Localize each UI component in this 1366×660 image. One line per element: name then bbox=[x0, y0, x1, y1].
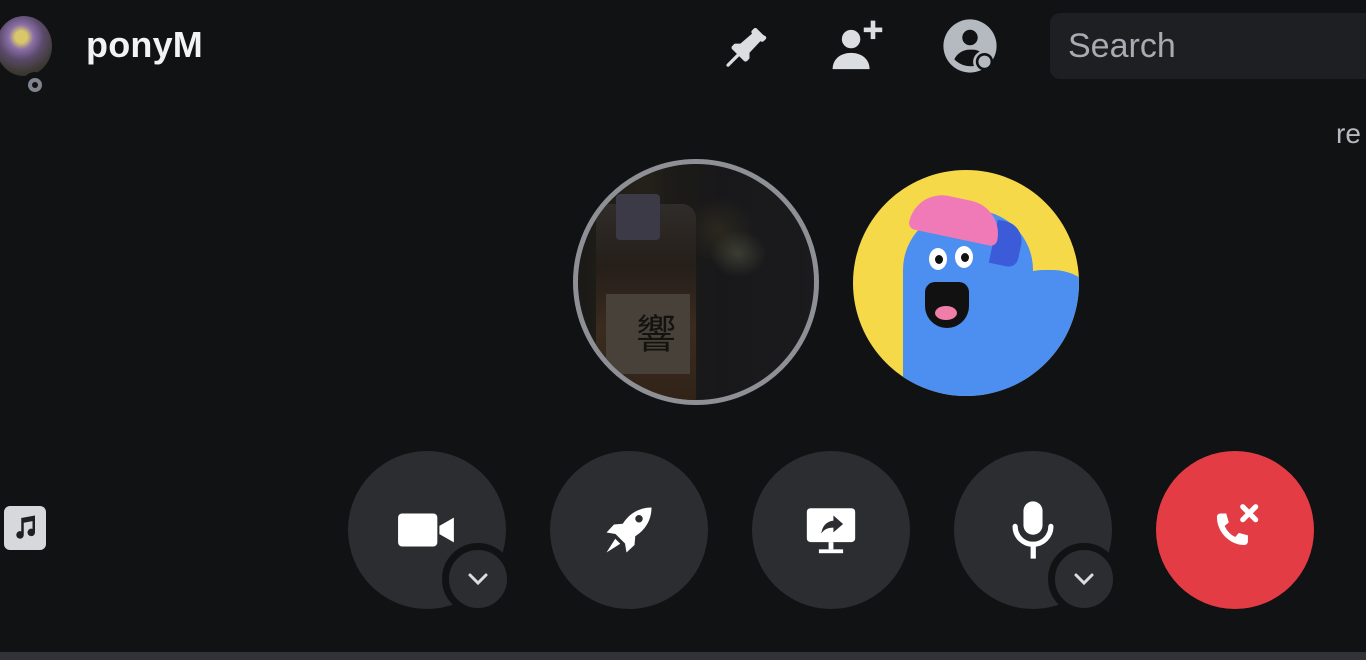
microphone-options-button[interactable] bbox=[1048, 543, 1120, 615]
chevron-down-icon bbox=[1074, 573, 1094, 586]
add-friend-icon bbox=[832, 20, 883, 70]
status-indicator bbox=[22, 72, 48, 98]
video-camera-icon bbox=[398, 513, 454, 547]
disconnect-button[interactable] bbox=[1156, 451, 1314, 609]
pin-icon bbox=[726, 28, 767, 67]
bottom-divider bbox=[0, 652, 1366, 660]
search-bar[interactable] bbox=[1050, 13, 1366, 79]
camera-options-button[interactable] bbox=[442, 543, 514, 615]
channel-name: ponyM bbox=[86, 24, 203, 65]
search-input[interactable] bbox=[1066, 25, 1366, 67]
phone-hangup-icon bbox=[1216, 504, 1259, 545]
add-friends-to-dm-button[interactable] bbox=[828, 16, 888, 76]
share-screen-button[interactable] bbox=[752, 451, 910, 609]
avatar-image-eye bbox=[929, 248, 947, 270]
rocket-icon bbox=[606, 507, 652, 553]
music-note-icon bbox=[16, 515, 36, 539]
channel-header: ponyM bbox=[0, 0, 1366, 98]
start-activity-button[interactable] bbox=[550, 451, 708, 609]
user-avatar[interactable] bbox=[0, 16, 52, 98]
avatar-image-eye bbox=[955, 246, 973, 268]
avatar-overlay bbox=[578, 164, 814, 400]
user-profile-icon bbox=[943, 19, 997, 73]
avatar-image-mouth bbox=[925, 282, 969, 328]
participant-tile-speaking[interactable] bbox=[573, 159, 819, 405]
microphone-icon bbox=[1012, 501, 1054, 559]
pinned-messages-button[interactable] bbox=[716, 16, 776, 76]
truncated-label: re bbox=[1336, 118, 1361, 149]
chevron-down-icon bbox=[468, 573, 488, 586]
music-activity-button[interactable] bbox=[4, 506, 46, 550]
offline-status-icon bbox=[28, 78, 42, 92]
user-profile-button[interactable] bbox=[940, 16, 1000, 76]
participant-tile[interactable] bbox=[853, 170, 1079, 396]
screen-share-icon bbox=[806, 508, 856, 554]
